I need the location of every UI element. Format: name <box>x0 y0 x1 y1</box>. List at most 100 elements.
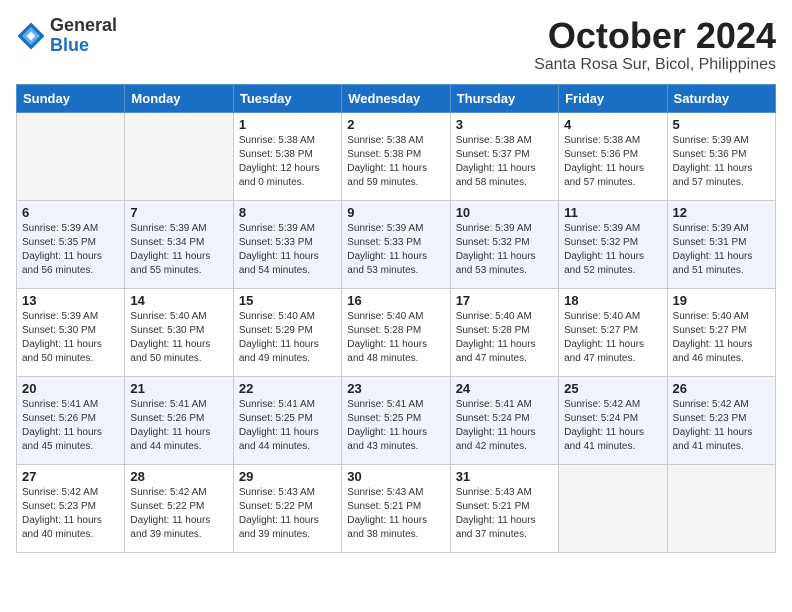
cell-text-line: Daylight: 11 hours <box>347 338 444 352</box>
cell-text-line: and 44 minutes. <box>130 440 227 454</box>
cell-text-line: Sunrise: 5:38 AM <box>564 134 661 148</box>
cell-text-line: Sunset: 5:24 PM <box>456 412 553 426</box>
cell-text-line: Daylight: 11 hours <box>564 338 661 352</box>
day-number: 9 <box>347 205 444 220</box>
cell-text-line: Sunrise: 5:41 AM <box>456 398 553 412</box>
cell-text-line: Sunset: 5:37 PM <box>456 148 553 162</box>
cell-text-line: and 53 minutes. <box>456 264 553 278</box>
cell-text-line: Sunset: 5:38 PM <box>239 148 336 162</box>
weekday-header-sunday: Sunday <box>17 84 125 112</box>
cell-text-line: Sunrise: 5:41 AM <box>347 398 444 412</box>
calendar-cell: 26Sunrise: 5:42 AMSunset: 5:23 PMDayligh… <box>667 376 775 464</box>
weekday-header-wednesday: Wednesday <box>342 84 450 112</box>
cell-text-line: Daylight: 11 hours <box>22 250 119 264</box>
cell-text-line: Sunset: 5:26 PM <box>22 412 119 426</box>
cell-text-line: Sunset: 5:31 PM <box>673 236 770 250</box>
cell-text-line: Sunset: 5:38 PM <box>347 148 444 162</box>
cell-text-line: and 56 minutes. <box>22 264 119 278</box>
calendar-cell: 6Sunrise: 5:39 AMSunset: 5:35 PMDaylight… <box>17 200 125 288</box>
cell-text-line: Sunrise: 5:39 AM <box>239 222 336 236</box>
calendar-cell: 7Sunrise: 5:39 AMSunset: 5:34 PMDaylight… <box>125 200 233 288</box>
day-number: 25 <box>564 381 661 396</box>
cell-text-line: Sunrise: 5:39 AM <box>22 222 119 236</box>
calendar-cell <box>667 464 775 552</box>
cell-text-line: Sunset: 5:23 PM <box>22 500 119 514</box>
cell-text-line: Daylight: 11 hours <box>22 514 119 528</box>
cell-text-line: Sunset: 5:36 PM <box>564 148 661 162</box>
calendar-cell: 29Sunrise: 5:43 AMSunset: 5:22 PMDayligh… <box>233 464 341 552</box>
cell-text-line: Sunset: 5:21 PM <box>456 500 553 514</box>
cell-text-line: Daylight: 11 hours <box>564 250 661 264</box>
calendar-cell: 27Sunrise: 5:42 AMSunset: 5:23 PMDayligh… <box>17 464 125 552</box>
day-number: 21 <box>130 381 227 396</box>
cell-text-line: Daylight: 11 hours <box>239 338 336 352</box>
cell-text-line: Daylight: 11 hours <box>347 426 444 440</box>
cell-text-line: Sunrise: 5:42 AM <box>564 398 661 412</box>
cell-text-line: and 55 minutes. <box>130 264 227 278</box>
cell-text-line: Daylight: 11 hours <box>22 426 119 440</box>
day-number: 4 <box>564 117 661 132</box>
cell-text-line: and 58 minutes. <box>456 176 553 190</box>
calendar-cell: 19Sunrise: 5:40 AMSunset: 5:27 PMDayligh… <box>667 288 775 376</box>
cell-text-line: Daylight: 11 hours <box>673 250 770 264</box>
cell-text-line: and 0 minutes. <box>239 176 336 190</box>
day-number: 3 <box>456 117 553 132</box>
calendar-cell <box>125 112 233 200</box>
cell-text-line: Daylight: 11 hours <box>673 162 770 176</box>
page-header: General Blue October 2024 Santa Rosa Sur… <box>16 16 776 74</box>
day-number: 29 <box>239 469 336 484</box>
cell-text-line: Sunset: 5:26 PM <box>130 412 227 426</box>
cell-text-line: Sunset: 5:30 PM <box>22 324 119 338</box>
weekday-header-monday: Monday <box>125 84 233 112</box>
cell-text-line: and 47 minutes. <box>564 352 661 366</box>
weekday-header-row: SundayMondayTuesdayWednesdayThursdayFrid… <box>17 84 776 112</box>
calendar-cell <box>559 464 667 552</box>
cell-text-line: Daylight: 11 hours <box>347 514 444 528</box>
cell-text-line: and 57 minutes. <box>564 176 661 190</box>
calendar-cell: 18Sunrise: 5:40 AMSunset: 5:27 PMDayligh… <box>559 288 667 376</box>
calendar-cell: 13Sunrise: 5:39 AMSunset: 5:30 PMDayligh… <box>17 288 125 376</box>
calendar-cell: 21 Sunrise: 5:41 AMSunset: 5:26 PMDayligh… <box>125 376 233 464</box>
calendar-cell: 8Sunrise: 5:39 AMSunset: 5:33 PMDaylight… <box>233 200 341 288</box>
cell-text-line: Daylight: 11 hours <box>673 338 770 352</box>
cell-text-line: Sunset: 5:24 PM <box>564 412 661 426</box>
cell-text-line: Sunset: 5:35 PM <box>22 236 119 250</box>
cell-text-line: Daylight: 11 hours <box>239 426 336 440</box>
day-number: 12 <box>673 205 770 220</box>
cell-text-line: Sunrise: 5:39 AM <box>22 310 119 324</box>
calendar-cell: 5Sunrise: 5:39 AMSunset: 5:36 PMDaylight… <box>667 112 775 200</box>
cell-text-line: Sunset: 5:22 PM <box>130 500 227 514</box>
cell-text-line: Sunrise: 5:39 AM <box>347 222 444 236</box>
cell-text-line: Daylight: 11 hours <box>130 426 227 440</box>
cell-text-line: Sunset: 5:25 PM <box>239 412 336 426</box>
calendar-cell: 12Sunrise: 5:39 AMSunset: 5:31 PMDayligh… <box>667 200 775 288</box>
day-number: 16 <box>347 293 444 308</box>
cell-text-line: Sunrise: 5:38 AM <box>239 134 336 148</box>
cell-text-line: Sunrise: 5:40 AM <box>347 310 444 324</box>
calendar-cell: 23Sunrise: 5:41 AMSunset: 5:25 PMDayligh… <box>342 376 450 464</box>
day-number: 19 <box>673 293 770 308</box>
week-row-1: 6Sunrise: 5:39 AMSunset: 5:35 PMDaylight… <box>17 200 776 288</box>
cell-text-line: Sunrise: 5:43 AM <box>239 486 336 500</box>
cell-text-line: and 42 minutes. <box>456 440 553 454</box>
cell-text-line: Daylight: 12 hours <box>239 162 336 176</box>
calendar-cell: 28Sunrise: 5:42 AMSunset: 5:22 PMDayligh… <box>125 464 233 552</box>
week-row-3: 20Sunrise: 5:41 AMSunset: 5:26 PMDayligh… <box>17 376 776 464</box>
week-row-0: 1Sunrise: 5:38 AMSunset: 5:38 PMDaylight… <box>17 112 776 200</box>
cell-text-line: Daylight: 11 hours <box>673 426 770 440</box>
calendar-cell: 4 Sunrise: 5:38 AMSunset: 5:36 PMDaylight… <box>559 112 667 200</box>
cell-text-line: Daylight: 11 hours <box>130 338 227 352</box>
cell-text-line: Sunset: 5:25 PM <box>347 412 444 426</box>
cell-text-line: Sunrise: 5:38 AM <box>347 134 444 148</box>
cell-text-line: Daylight: 11 hours <box>456 250 553 264</box>
calendar: SundayMondayTuesdayWednesdayThursdayFrid… <box>16 84 776 553</box>
logo-text: General Blue <box>50 16 117 56</box>
calendar-cell: 2Sunrise: 5:38 AMSunset: 5:38 PMDaylight… <box>342 112 450 200</box>
day-number: 2 <box>347 117 444 132</box>
cell-text-line: Daylight: 11 hours <box>564 162 661 176</box>
cell-text-line: Daylight: 11 hours <box>130 250 227 264</box>
cell-text-line: and 41 minutes. <box>564 440 661 454</box>
day-number: 18 <box>564 293 661 308</box>
cell-text-line: Sunrise: 5:41 AM <box>130 398 227 412</box>
cell-text-line: Sunrise: 5:42 AM <box>673 398 770 412</box>
